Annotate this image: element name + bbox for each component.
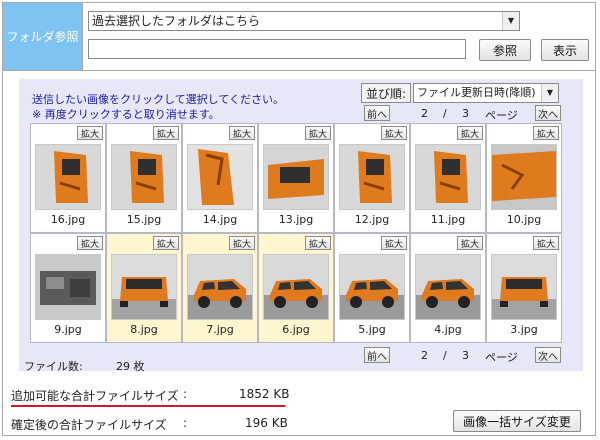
thumbnail-image[interactable] [415,254,481,320]
page-separator-top: / [443,107,447,120]
thumbnail-cell[interactable]: 拡大 9.jpg [30,233,106,343]
browse-button[interactable]: 参照 [479,39,531,61]
thumbnail-filename: 7.jpg [206,323,234,336]
chevron-down-icon[interactable]: ▼ [541,84,558,102]
chevron-down-icon[interactable]: ▼ [502,12,519,30]
prev-page-button-bottom[interactable]: 前へ [364,347,390,363]
thumbnail-cell[interactable]: 拡大 4.jpg [410,233,486,343]
thumbnail-cell[interactable]: 拡大 16.jpg [30,123,106,233]
zoom-button[interactable]: 拡大 [305,126,331,140]
thumbnail-filename: 16.jpg [50,213,86,226]
page-current-bottom: 2 [421,349,428,362]
page-current-top: 2 [421,107,428,120]
thumbnail-cell[interactable]: 拡大 11.jpg [410,123,486,233]
thumbnail-image[interactable] [263,254,329,320]
page-unit-top: ページ [485,109,518,122]
sort-select[interactable]: ファイル更新日時(降順) ▼ [413,83,559,103]
thumbnail-cell[interactable]: 拡大 13.jpg [258,123,334,233]
page-separator-bottom: / [443,349,447,362]
thumbnail-image[interactable] [187,254,253,320]
zoom-button[interactable]: 拡大 [457,126,483,140]
thumbnail-image[interactable] [111,254,177,320]
page-total-top: 3 [462,107,469,120]
next-page-button-bottom[interactable]: 次へ [535,347,561,363]
zoom-button[interactable]: 拡大 [381,236,407,250]
confirmed-size-label: 確定後の合計ファイルサイズ [11,418,167,432]
thumbnail-filename: 8.jpg [130,323,158,336]
thumbnail-image[interactable] [491,254,557,320]
next-page-button-top[interactable]: 次へ [535,105,561,121]
thumbnail-cell[interactable]: 拡大 10.jpg [486,123,562,233]
file-count-value: 29 枚 [116,360,145,373]
thumbnail-cell[interactable]: 拡大 7.jpg [182,233,258,343]
thumbnail-image[interactable] [35,144,101,210]
file-count-label: ファイル数: [24,360,83,373]
bulk-resize-button[interactable]: 画像一括サイズ変更 [453,410,581,432]
instruction-text: 送信したい画像をクリックして選択してください。 [32,93,285,106]
zoom-button[interactable]: 拡大 [533,126,559,140]
sort-label: 並び順: [361,83,411,103]
folder-browse-label: フォルダ参照 [3,3,83,71]
thumbnail-filename: 6.jpg [282,323,310,336]
confirmed-size-colon: : [183,416,188,430]
thumbnail-image[interactable] [111,144,177,210]
prev-page-button-top[interactable]: 前へ [364,105,390,121]
thumbnail-image[interactable] [187,144,253,210]
thumbnail-filename: 14.jpg [202,213,238,226]
available-size-value: 1852 KB [239,387,290,401]
upload-frame: フォルダ参照 過去選択したフォルダはこちら ▼ 参照 表示 送信したい画像をクリ… [2,2,596,436]
thumbnail-filename: 3.jpg [510,323,538,336]
thumbnail-image[interactable] [491,144,557,210]
zoom-button[interactable]: 拡大 [229,126,255,140]
recent-folder-select[interactable]: 過去選択したフォルダはこちら ▼ [88,11,520,31]
folder-path-input[interactable] [88,39,466,59]
available-size-colon: : [183,387,188,401]
zoom-button[interactable]: 拡大 [153,236,179,250]
thumbnail-filename: 12.jpg [354,213,390,226]
thumbnail-cell[interactable]: 拡大 14.jpg [182,123,258,233]
thumbnail-filename: 4.jpg [434,323,462,336]
thumbnail-image[interactable] [339,254,405,320]
page-total-bottom: 3 [462,349,469,362]
zoom-button[interactable]: 拡大 [457,236,483,250]
thumbnail-cell[interactable]: 拡大 6.jpg [258,233,334,343]
thumbnail-filename: 13.jpg [278,213,314,226]
thumbnail-filename: 9.jpg [54,323,82,336]
recent-folder-select-value: 過去選択したフォルダはこちら [92,14,261,28]
thumbnail-cell[interactable]: 拡大 3.jpg [486,233,562,343]
folder-area: 過去選択したフォルダはこちら ▼ 参照 表示 [83,3,595,71]
available-size-label: 追加可能な合計ファイルサイズ [11,389,179,403]
thumbnail-filename: 15.jpg [126,213,162,226]
zoom-button[interactable]: 拡大 [533,236,559,250]
image-panel: 送信したい画像をクリックして選択してください。 ※ 再度クリックすると取り消せま… [19,79,583,373]
thumbnail-cell[interactable]: 拡大 5.jpg [334,233,410,343]
thumbnail-image[interactable] [339,144,405,210]
available-size-underline [11,405,285,407]
thumbnail-image[interactable] [35,254,101,320]
confirmed-size-value: 196 KB [245,416,288,430]
thumbnail-image[interactable] [263,144,329,210]
zoom-button[interactable]: 拡大 [381,126,407,140]
sort-select-value: ファイル更新日時(降順) [417,86,536,99]
thumbnail-cell[interactable]: 拡大 12.jpg [334,123,410,233]
zoom-button[interactable]: 拡大 [153,126,179,140]
thumbnail-filename: 11.jpg [430,213,466,226]
thumbnail-cell[interactable]: 拡大 8.jpg [106,233,182,343]
thumbnail-filename: 5.jpg [358,323,386,336]
zoom-button[interactable]: 拡大 [77,126,103,140]
zoom-button[interactable]: 拡大 [77,236,103,250]
show-button[interactable]: 表示 [541,39,589,61]
thumbnail-filename: 10.jpg [506,213,542,226]
zoom-button[interactable]: 拡大 [305,236,331,250]
thumbnail-cell[interactable]: 拡大 15.jpg [106,123,182,233]
thumbnail-image[interactable] [415,144,481,210]
page-unit-bottom: ページ [485,351,518,364]
zoom-button[interactable]: 拡大 [229,236,255,250]
instruction-note: ※ 再度クリックすると取り消せます。 [32,108,220,121]
